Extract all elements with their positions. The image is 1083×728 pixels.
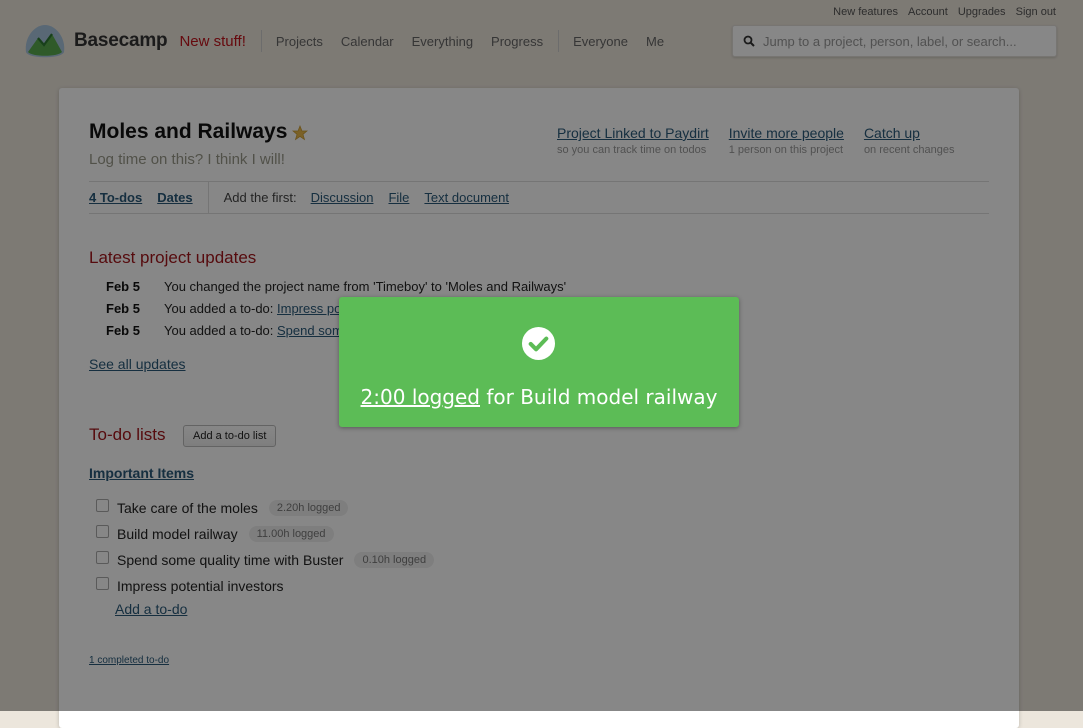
notification-text: for Build model railway	[480, 385, 718, 409]
time-logged-notification: 2:00 logged for Build model railway	[339, 297, 739, 427]
notification-message: 2:00 logged for Build model railway	[339, 385, 739, 409]
check-circle-icon	[521, 326, 556, 361]
time-logged-link[interactable]: 2:00 logged	[361, 385, 480, 409]
